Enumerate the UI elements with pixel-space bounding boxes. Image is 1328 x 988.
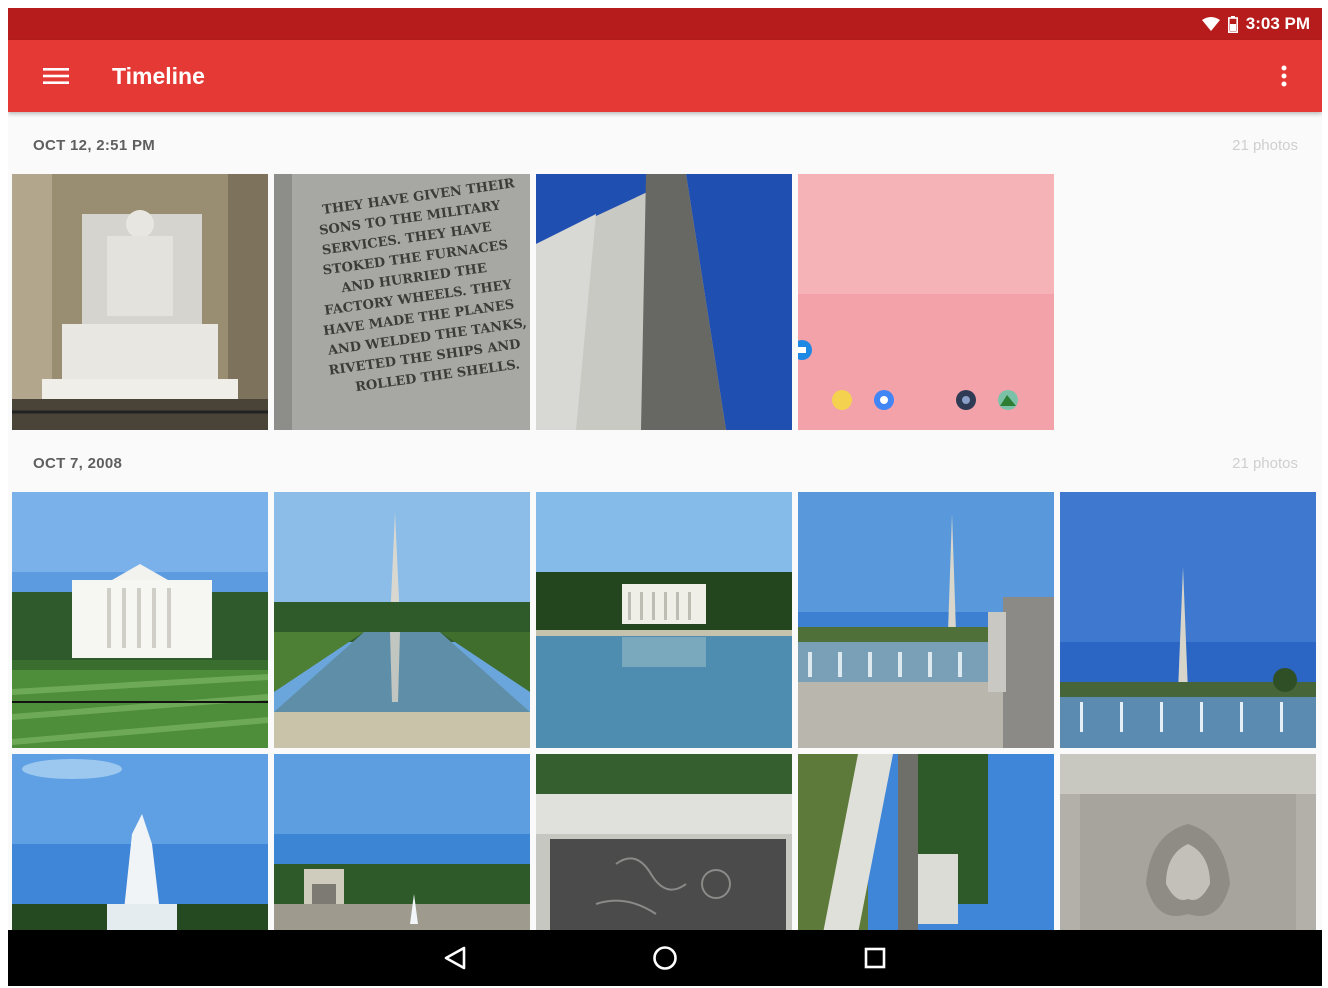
recents-icon[interactable] <box>845 930 905 986</box>
back-icon[interactable] <box>425 930 485 986</box>
chrome-icon <box>874 390 894 410</box>
section-header: OCT 7, 2008 21 photos <box>8 434 1322 492</box>
section-date: OCT 12, 2:51 PM <box>33 136 156 154</box>
gallery-icon <box>998 390 1018 410</box>
section-date: OCT 7, 2008 <box>33 454 123 472</box>
photo-thumbnail[interactable]: THEY HAVE GIVEN THEIR SONS TO THE MILITA… <box>274 174 530 430</box>
navigation-bar <box>8 930 1322 986</box>
camera-icon <box>956 390 976 410</box>
section-count: 21 photos <box>1232 454 1298 472</box>
status-bar: 3:03 PM <box>8 8 1322 40</box>
photo-thumbnail[interactable] <box>1060 492 1316 748</box>
wifi-icon <box>1201 17 1220 31</box>
photo-thumbnail[interactable] <box>12 492 268 748</box>
photo-thumbnail[interactable] <box>798 174 1054 430</box>
section-count: 21 photos <box>1232 136 1298 154</box>
home-icon[interactable] <box>635 930 695 986</box>
folder-icon <box>832 390 852 410</box>
device-screen: 3:03 PM Timeline OCT 12, 2:51 PM 21 phot… <box>8 8 1322 986</box>
more-vert-icon[interactable] <box>1266 58 1302 94</box>
photo-thumbnail[interactable] <box>274 492 530 748</box>
section-header: OCT 12, 2:51 PM 21 photos <box>8 116 1322 174</box>
photo-thumbnail[interactable] <box>12 174 268 430</box>
photo-thumbnail[interactable] <box>798 492 1054 748</box>
status-time: 3:03 PM <box>1245 14 1310 33</box>
battery-icon <box>1227 15 1238 33</box>
photo-thumbnail[interactable] <box>536 492 792 748</box>
page-title: Timeline <box>112 62 205 89</box>
photo-thumbnail[interactable] <box>536 174 792 430</box>
app-bar: Timeline <box>8 40 1322 112</box>
hamburger-menu-icon[interactable] <box>20 40 92 112</box>
